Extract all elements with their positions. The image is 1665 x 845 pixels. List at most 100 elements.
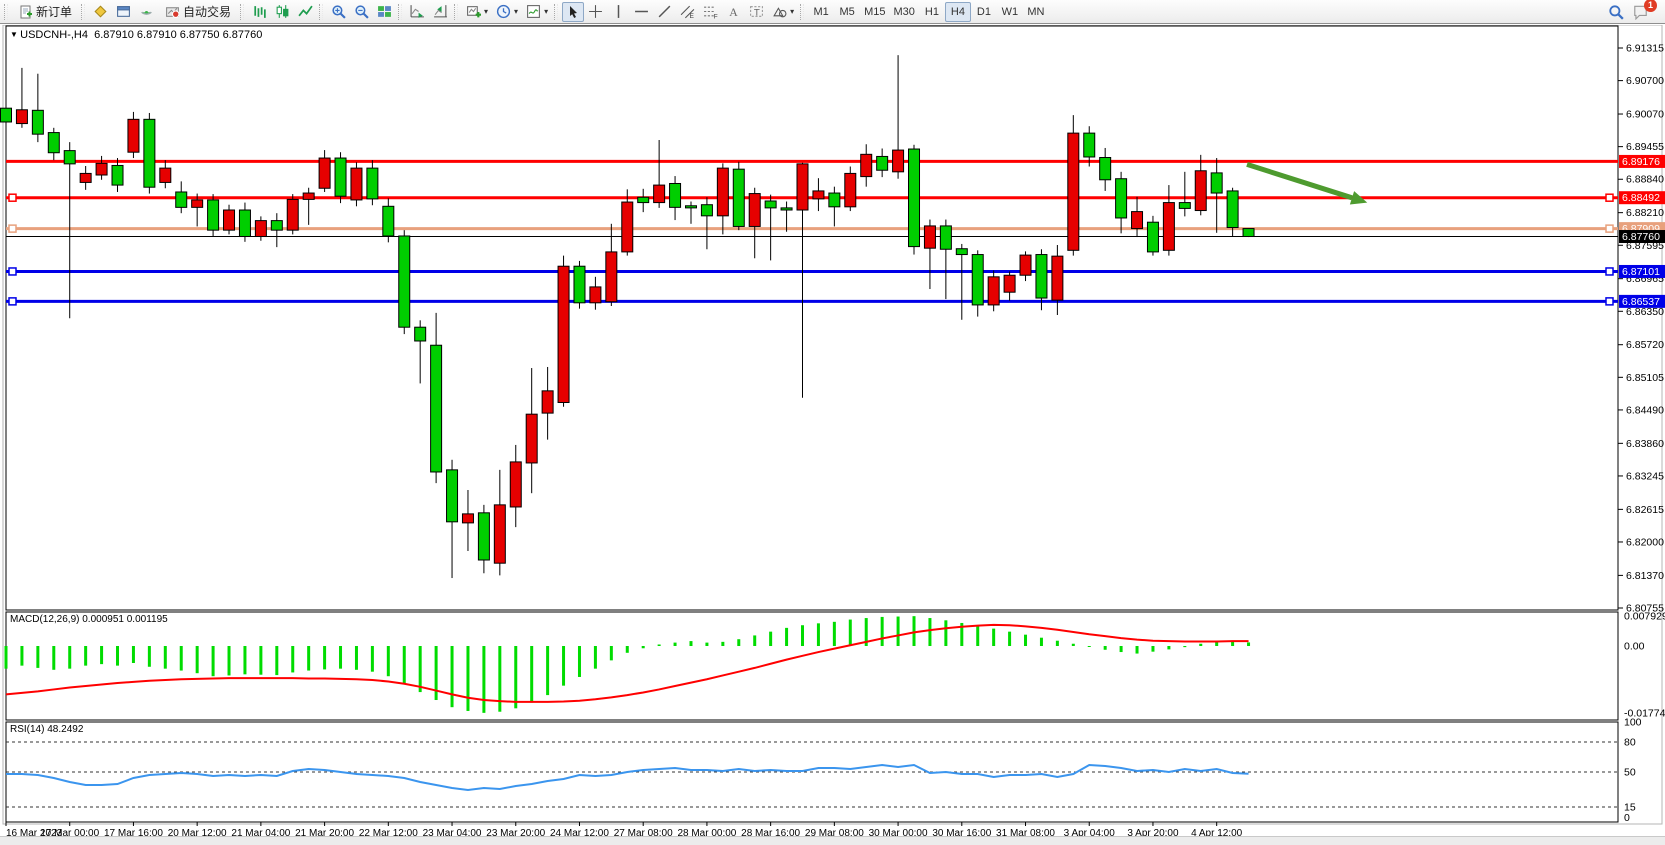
macd-histogram-bar (817, 623, 820, 646)
price-axis-tick-label: 6.88840 (1626, 174, 1664, 186)
collapse-triangle-icon[interactable]: ▼ (10, 30, 20, 39)
toolbar-grip[interactable] (319, 4, 323, 20)
macd-histogram-bar (992, 629, 995, 646)
autotrading-button[interactable]: 自动交易 (158, 2, 238, 22)
line-endpoint-handle[interactable] (1606, 225, 1613, 232)
timeframe-button-h4[interactable]: H4 (945, 2, 971, 22)
candlestick (112, 165, 123, 185)
candlestick (303, 193, 314, 199)
candlestick (1036, 255, 1047, 298)
candlestick (239, 210, 250, 237)
timeframe-button-d1[interactable]: D1 (971, 2, 997, 22)
macd-histogram-bar (737, 639, 740, 646)
macd-histogram-bar (514, 646, 517, 708)
macd-histogram-bar (976, 626, 979, 646)
charts-profile-button[interactable] (89, 2, 112, 22)
trendline-tool-button[interactable] (653, 2, 676, 22)
rsi-axis-label: 50 (1624, 767, 1636, 779)
macd-histogram-bar (164, 646, 167, 669)
autotrading-label: 自动交易 (183, 3, 231, 20)
auto-scroll-button[interactable] (406, 2, 429, 22)
timeframe-button-w1[interactable]: W1 (997, 2, 1023, 22)
macd-histogram-bar (259, 646, 262, 675)
toolbar-grip[interactable] (240, 4, 244, 20)
candlestick (335, 158, 346, 196)
price-axis-tick-label: 6.85720 (1626, 339, 1664, 351)
line-endpoint-handle[interactable] (1606, 268, 1613, 275)
candlestick (128, 119, 139, 152)
tile-windows-button[interactable] (373, 2, 396, 22)
shapes-dropdown[interactable]: ▾ (768, 2, 798, 22)
macd-histogram-bar (339, 646, 342, 669)
candlestick (1004, 275, 1015, 292)
candlestick (319, 158, 330, 188)
new-chart-dropdown[interactable]: ▾ (462, 2, 492, 22)
macd-histogram-bar (626, 646, 629, 653)
svg-text:F: F (714, 13, 718, 19)
candlestick (1084, 133, 1095, 157)
candlestick (526, 414, 537, 463)
macd-histogram-bar (466, 646, 469, 711)
macd-histogram-bar (1024, 635, 1027, 646)
crosshair-tool-button[interactable] (584, 2, 607, 22)
shapes-icon (772, 4, 787, 19)
toolbar-grip[interactable] (81, 4, 85, 20)
zoom-in-button[interactable] (327, 2, 350, 22)
horizontal-line-tool-button[interactable] (630, 2, 653, 22)
timeframe-button-m15[interactable]: M15 (860, 2, 889, 22)
macd-histogram-bar (913, 616, 916, 646)
candlestick (1147, 222, 1158, 252)
notifications-button[interactable]: 1 (1628, 2, 1653, 22)
toolbar-grip[interactable] (398, 4, 402, 20)
candlestick (447, 470, 458, 522)
toolbar-grip[interactable] (800, 4, 804, 20)
toolbar-grip[interactable] (554, 4, 558, 20)
new-order-button[interactable]: 新订单 (12, 2, 79, 22)
main-price-panel[interactable] (6, 26, 1618, 610)
line-endpoint-handle[interactable] (1606, 194, 1613, 201)
vertical-line-icon (611, 4, 626, 19)
zoom-out-button[interactable] (350, 2, 373, 22)
indicators-dropdown[interactable]: ▾ (522, 2, 552, 22)
terminal-window-button[interactable] (112, 2, 135, 22)
label-tool-button[interactable]: T (745, 2, 768, 22)
line-endpoint-handle[interactable] (1606, 298, 1613, 305)
timeframe-button-m5[interactable]: M5 (834, 2, 860, 22)
macd-panel[interactable] (6, 612, 1618, 720)
candlestick (877, 156, 888, 170)
crosshair-icon (588, 4, 603, 19)
chart-shift-button[interactable] (429, 2, 452, 22)
line-endpoint-handle[interactable] (9, 194, 16, 201)
channel-tool-button[interactable]: E (676, 2, 699, 22)
vertical-line-tool-button[interactable] (607, 2, 630, 22)
cursor-tool-button[interactable] (562, 2, 584, 22)
zoom-in-icon (331, 4, 346, 19)
macd-histogram-bar (849, 620, 852, 646)
signals-button[interactable] (135, 2, 158, 22)
fibonacci-tool-button[interactable]: F (699, 2, 722, 22)
macd-histogram-bar (1136, 646, 1139, 654)
text-label-icon: T (749, 4, 764, 19)
timeframe-button-m1[interactable]: M1 (808, 2, 834, 22)
candlestick (829, 193, 840, 207)
macd-histogram-bar (1040, 638, 1043, 646)
period-dropdown[interactable]: ▾ (492, 2, 522, 22)
line-endpoint-handle[interactable] (9, 298, 16, 305)
timeframe-button-mn[interactable]: MN (1023, 2, 1049, 22)
line-endpoint-handle[interactable] (9, 225, 16, 232)
toolbar-grip[interactable] (454, 4, 458, 20)
candlestick (909, 149, 920, 247)
candlestick-chart-button[interactable] (271, 2, 294, 22)
line-endpoint-handle[interactable] (9, 268, 16, 275)
macd-histogram-bar (387, 646, 390, 676)
line-chart-button[interactable] (294, 2, 317, 22)
macd-axis-label: 0.00 (1624, 641, 1645, 653)
search-button[interactable] (1604, 2, 1628, 22)
timeframe-button-h1[interactable]: H1 (919, 2, 945, 22)
bar-chart-button[interactable] (248, 2, 271, 22)
candlestick (606, 252, 617, 302)
toolbar-grip[interactable] (4, 4, 8, 20)
macd-histogram-bar (451, 646, 454, 707)
text-tool-button[interactable]: A (722, 2, 745, 22)
timeframe-button-m30[interactable]: M30 (890, 2, 919, 22)
